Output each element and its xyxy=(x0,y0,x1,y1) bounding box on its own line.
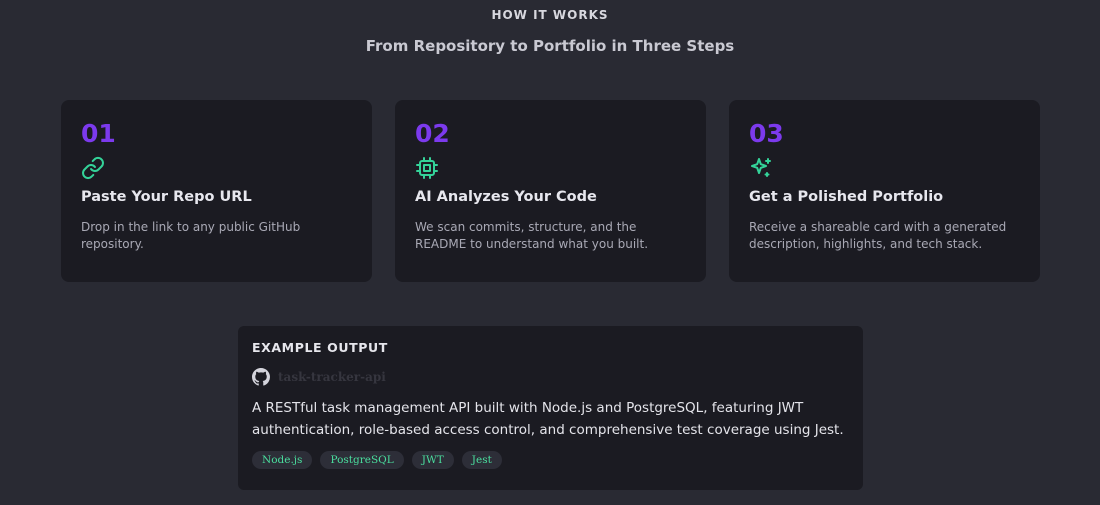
example-description: A RESTful task management API built with… xyxy=(252,400,844,438)
step-description: Receive a shareable card with a generate… xyxy=(749,220,1007,251)
repo-name: task-tracker-api xyxy=(278,370,386,384)
chip-icon xyxy=(416,157,438,179)
step-title: Paste Your Repo URL xyxy=(81,189,252,205)
repo-row: task-tracker-api xyxy=(252,367,849,387)
steps-row: 01 Paste Your Repo URL Drop in the link … xyxy=(61,100,1040,282)
sparkles-icon xyxy=(751,158,771,177)
link-icon xyxy=(82,156,104,180)
step-title: Get a Polished Portfolio xyxy=(749,189,944,205)
tech-tag: PostgreSQL xyxy=(320,451,404,469)
step-card-2: 02 AI Analyzes Your Code We scan commits… xyxy=(395,100,706,282)
step-number: 02 xyxy=(415,119,450,148)
step-number: 01 xyxy=(81,119,116,148)
tech-tag: Node.js xyxy=(252,451,313,469)
step-title: AI Analyzes Your Code xyxy=(415,189,597,205)
example-output-card: EXAMPLE OUTPUT task-tracker-api A RESTfu… xyxy=(238,326,863,490)
github-icon xyxy=(252,368,270,386)
tech-tag: Jest xyxy=(461,451,502,469)
step-number: 03 xyxy=(749,119,784,148)
tech-tags: Node.js PostgreSQL JWT Jest xyxy=(252,451,849,469)
how-it-works-section: HOW IT WORKS From Repository to Portfoli… xyxy=(0,0,1100,505)
step-description: Drop in the link to any public GitHub re… xyxy=(81,220,301,251)
step-card-1: 01 Paste Your Repo URL Drop in the link … xyxy=(61,100,372,282)
section-eyebrow: HOW IT WORKS xyxy=(491,8,609,22)
example-label: EXAMPLE OUTPUT xyxy=(252,340,388,355)
step-card-3: 03 Get a Polished Portfolio Receive a sh… xyxy=(729,100,1040,282)
step-description: We scan commits, structure, and the READ… xyxy=(415,220,649,251)
section-headline: From Repository to Portfolio in Three St… xyxy=(365,37,735,55)
tech-tag: JWT xyxy=(411,451,454,469)
